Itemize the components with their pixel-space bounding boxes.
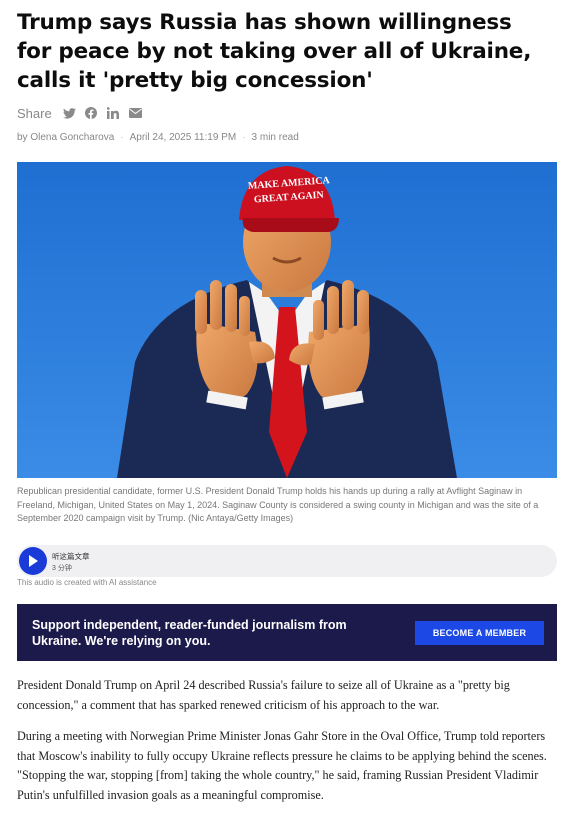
mail-icon[interactable] xyxy=(127,105,144,122)
publish-date: April 24, 2025 11:19 PM xyxy=(129,132,237,143)
linkedin-icon[interactable] xyxy=(105,105,122,122)
article-paragraph: During a meeting with Norwegian Prime Mi… xyxy=(17,729,547,802)
ai-audio-note: This audio is created with AI assistance xyxy=(17,578,157,587)
twitter-icon[interactable] xyxy=(61,105,78,122)
article-paragraph: President Donald Trump on April 24 descr… xyxy=(17,678,510,712)
author[interactable]: by Olena Goncharova xyxy=(17,132,114,143)
audio-duration: 3 分钟 xyxy=(52,565,72,572)
play-icon xyxy=(29,555,38,567)
play-button[interactable] xyxy=(19,547,47,575)
photo-caption: Republican presidential candidate, forme… xyxy=(17,486,539,523)
separator-dot: · xyxy=(242,132,246,143)
byline: by Olena Goncharova · April 24, 2025 11:… xyxy=(17,132,299,143)
share-label: Share xyxy=(17,105,52,121)
share-bar: Share xyxy=(17,104,149,122)
banner-text: Support independent, reader-funded journ… xyxy=(32,618,347,648)
audio-title: 听这篇文章 xyxy=(52,552,90,561)
article-title: Trump says Russia has shown willingness … xyxy=(17,10,532,93)
become-member-button[interactable]: BECOME A MEMBER xyxy=(415,621,544,645)
separator-dot: · xyxy=(120,132,124,143)
audio-player: 听这篇文章 3 分钟 xyxy=(17,545,557,577)
membership-banner: Support independent, reader-funded journ… xyxy=(17,604,557,661)
read-time: 3 min read xyxy=(251,132,299,143)
article-photo: MAKE AMERICA GREAT AGAIN xyxy=(17,162,557,478)
facebook-icon[interactable] xyxy=(83,105,100,122)
